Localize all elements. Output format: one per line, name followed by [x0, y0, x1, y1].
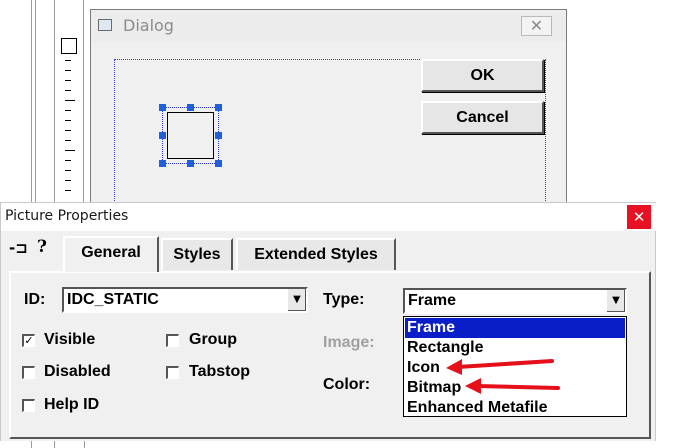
arrow-to-icon-option	[446, 359, 554, 375]
editor-divider	[54, 441, 55, 448]
editor-divider	[31, 441, 32, 448]
editor-divider	[84, 441, 85, 448]
annotation-arrows	[446, 359, 560, 394]
arrow-to-bitmap-option	[465, 378, 560, 394]
editor-bottom-strip	[0, 441, 677, 448]
